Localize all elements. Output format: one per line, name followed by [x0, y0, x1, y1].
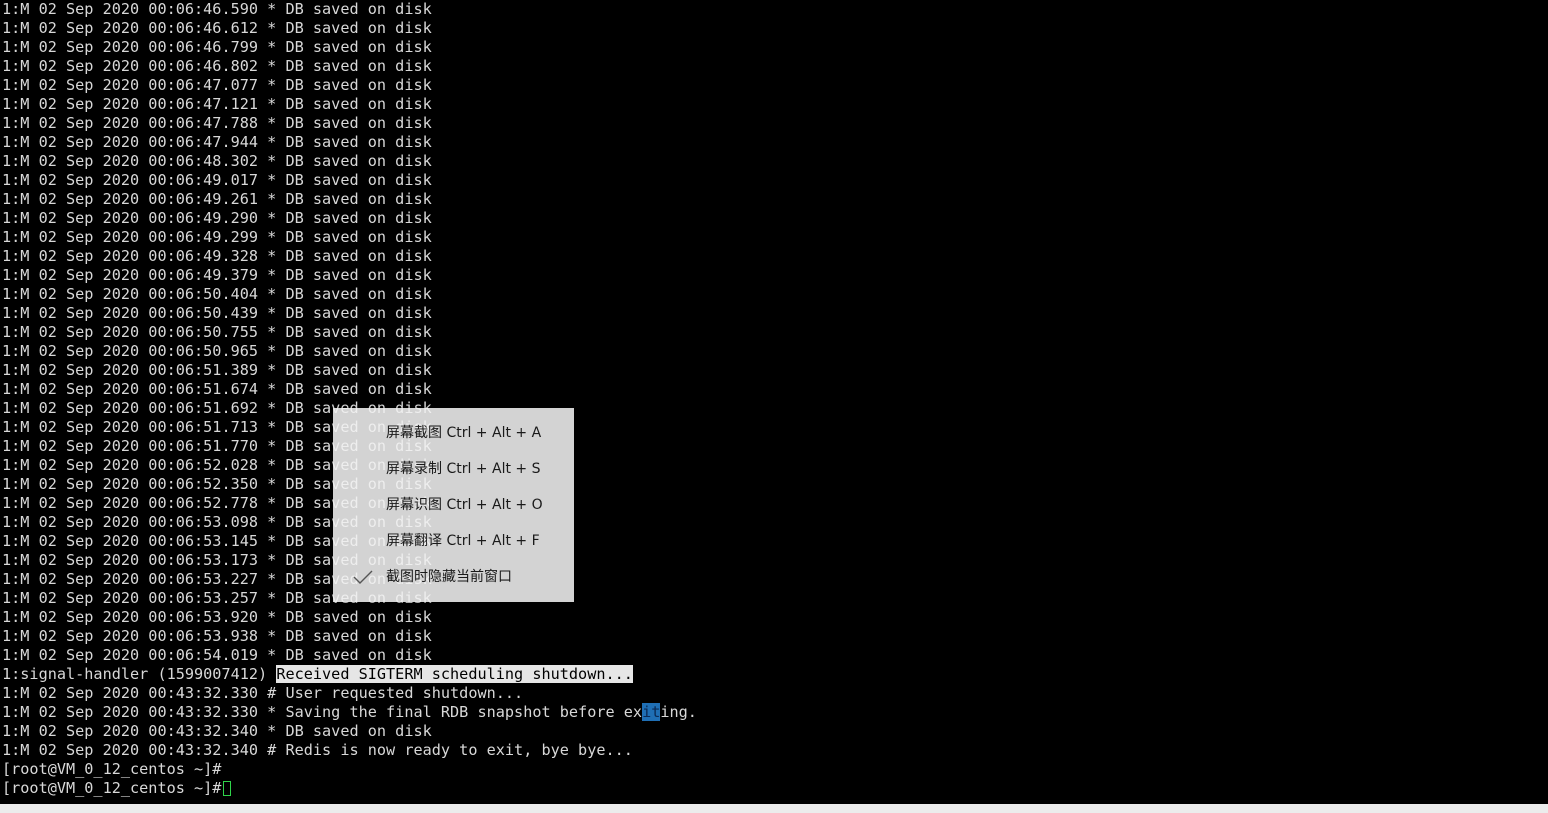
- snapshot-line: 1:M 02 Sep 2020 00:43:32.330 * Saving th…: [2, 703, 697, 722]
- text-cursor[interactable]: [223, 781, 232, 796]
- terminal-output: 1:M 02 Sep 2020 00:06:46.590 * DB saved …: [2, 0, 697, 798]
- log-line: 1:M 02 Sep 2020 00:06:49.290 * DB saved …: [2, 209, 432, 227]
- menu-item-screen-recognize[interactable]: 屏幕识图 Ctrl + Alt + O: [333, 487, 574, 523]
- shell-prompt-line-active[interactable]: [root@VM_0_12_centos ~]#: [2, 779, 697, 798]
- menu-item-label: 屏幕截图 Ctrl + Alt + A: [386, 425, 542, 441]
- log-line: 1:M 02 Sep 2020 00:06:49.379 * DB saved …: [2, 266, 432, 284]
- shell-prompt: [root@VM_0_12_centos ~]#: [2, 779, 222, 797]
- log-line: 1:M 02 Sep 2020 00:06:47.788 * DB saved …: [2, 114, 432, 132]
- log-line: 1:M 02 Sep 2020 00:06:51.674 * DB saved …: [2, 380, 432, 398]
- final-saved-line: 1:M 02 Sep 2020 00:43:32.340 * DB saved …: [2, 722, 432, 740]
- exit-line: 1:M 02 Sep 2020 00:43:32.340 # Redis is …: [2, 741, 633, 759]
- context-menu: 屏幕截图 Ctrl + Alt + A 屏幕录制 Ctrl + Alt + S …: [333, 408, 574, 602]
- log-line: 1:M 02 Sep 2020 00:06:50.404 * DB saved …: [2, 285, 432, 303]
- log-line: 1:M 02 Sep 2020 00:06:47.121 * DB saved …: [2, 95, 432, 113]
- terminal-window[interactable]: 1:M 02 Sep 2020 00:06:46.590 * DB saved …: [0, 0, 1548, 804]
- checkmark-icon: [353, 559, 373, 595]
- log-line: 1:M 02 Sep 2020 00:06:50.755 * DB saved …: [2, 323, 432, 341]
- signal-highlighted-text: Received SIGTERM scheduling shutdown...: [276, 665, 633, 683]
- log-line: 1:M 02 Sep 2020 00:06:49.017 * DB saved …: [2, 171, 432, 189]
- signal-prefix: 1:signal-handler (1599007412): [2, 665, 277, 683]
- log-line: 1:M 02 Sep 2020 00:06:50.439 * DB saved …: [2, 304, 432, 322]
- snapshot-before: 1:M 02 Sep 2020 00:43:32.330 * Saving th…: [2, 703, 643, 721]
- menu-item-label: 屏幕翻译 Ctrl + Alt + F: [386, 533, 540, 549]
- log-line: 1:M 02 Sep 2020 00:06:47.944 * DB saved …: [2, 133, 432, 151]
- log-line: 1:M 02 Sep 2020 00:06:46.799 * DB saved …: [2, 38, 432, 56]
- menu-item-screenshot[interactable]: 屏幕截图 Ctrl + Alt + A: [333, 415, 574, 451]
- horizontal-scrollbar[interactable]: [0, 804, 1548, 813]
- menu-item-hide-window[interactable]: 截图时隐藏当前窗口: [333, 559, 574, 595]
- shell-prompt-line: [root@VM_0_12_centos ~]#: [2, 760, 697, 779]
- log-line: 1:M 02 Sep 2020 00:06:49.261 * DB saved …: [2, 190, 432, 208]
- log-line: 1:M 02 Sep 2020 00:06:49.299 * DB saved …: [2, 228, 432, 246]
- menu-item-label: 屏幕识图 Ctrl + Alt + O: [386, 497, 543, 513]
- log-line: 1:M 02 Sep 2020 00:06:47.077 * DB saved …: [2, 76, 432, 94]
- signal-handler-line: 1:signal-handler (1599007412) Received S…: [2, 665, 697, 684]
- log-line: 1:M 02 Sep 2020 00:06:54.019 * DB saved …: [2, 646, 432, 664]
- log-line: 1:M 02 Sep 2020 00:06:48.302 * DB saved …: [2, 152, 432, 170]
- menu-item-screen-record[interactable]: 屏幕录制 Ctrl + Alt + S: [333, 451, 574, 487]
- log-line: 1:M 02 Sep 2020 00:06:50.965 * DB saved …: [2, 342, 432, 360]
- shell-prompt: [root@VM_0_12_centos ~]#: [2, 760, 222, 778]
- log-line: 1:M 02 Sep 2020 00:06:46.612 * DB saved …: [2, 19, 432, 37]
- log-line: 1:M 02 Sep 2020 00:06:51.389 * DB saved …: [2, 361, 432, 379]
- log-line: 1:M 02 Sep 2020 00:06:53.920 * DB saved …: [2, 608, 432, 626]
- log-line: 1:M 02 Sep 2020 00:06:53.938 * DB saved …: [2, 627, 432, 645]
- shutdown-line: 1:M 02 Sep 2020 00:43:32.330 # User requ…: [2, 684, 524, 702]
- menu-item-label: 屏幕录制 Ctrl + Alt + S: [386, 461, 541, 477]
- log-line: 1:M 02 Sep 2020 00:06:46.590 * DB saved …: [2, 0, 432, 18]
- snapshot-selected-text: it: [642, 703, 661, 721]
- menu-item-screen-translate[interactable]: 屏幕翻译 Ctrl + Alt + F: [333, 523, 574, 559]
- log-line: 1:M 02 Sep 2020 00:06:46.802 * DB saved …: [2, 57, 432, 75]
- menu-item-label: 截图时隐藏当前窗口: [386, 569, 512, 585]
- log-line: 1:M 02 Sep 2020 00:06:49.328 * DB saved …: [2, 247, 432, 265]
- snapshot-after: ing.: [660, 703, 697, 721]
